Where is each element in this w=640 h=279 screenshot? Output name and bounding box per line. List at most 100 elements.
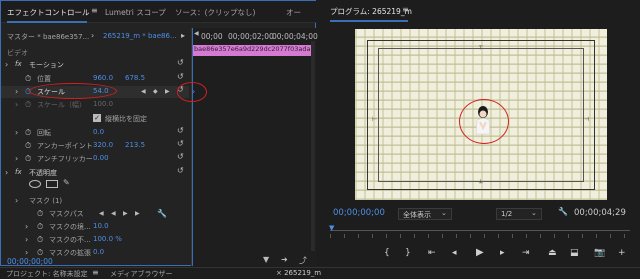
- ellipse-mask-icon[interactable]: [29, 180, 41, 188]
- motion-row[interactable]: › fx モーション: [1, 59, 189, 71]
- timeline-start-marker-icon: ◀: [194, 30, 199, 37]
- anchor-x-value: 320.0: [93, 141, 114, 149]
- stopwatch-icon: ⏱: [25, 100, 32, 109]
- scale-width-value: 100.0: [93, 100, 114, 108]
- panel-menu-icon[interactable]: ≡: [92, 268, 99, 277]
- anchor-point-label: アンカーポイント: [37, 142, 93, 150]
- mask-expansion-value: 0.0: [93, 248, 105, 256]
- step-back-icon[interactable]: ◂: [452, 248, 457, 258]
- rotation-value: 0.0: [93, 128, 105, 136]
- antiflicker-reset-icon[interactable]: ↺: [177, 152, 184, 161]
- opacity-row[interactable]: › fx 不透明度: [1, 167, 189, 179]
- safe-marker-top: ┬: [479, 43, 483, 50]
- program-timeline-ruler[interactable]: [330, 230, 630, 231]
- expand-icon: ›: [5, 60, 9, 69]
- mask-opacity-value: 100.0 %: [93, 235, 122, 243]
- zoom-select-value: 全体表示: [403, 211, 431, 219]
- playhead-marker-icon[interactable]: ▼: [329, 224, 334, 232]
- tab-media-browser[interactable]: メディアブラウザー: [110, 269, 173, 279]
- tab-source[interactable]: ソース：(クリップなし): [175, 7, 255, 18]
- playhead[interactable]: [192, 28, 193, 266]
- pen-mask-icon[interactable]: ✎: [63, 178, 70, 187]
- play-only-audio-icon[interactable]: ▸: [181, 31, 185, 40]
- stopwatch-icon: ⏱: [37, 235, 44, 244]
- play-icon[interactable]: ▶: [476, 247, 484, 258]
- effect-controls-panel: エフェクトコントロール ≡ Lumetri スコープ ソース：(クリップなし) …: [0, 0, 318, 266]
- safe-marker-right: ⊣: [584, 116, 590, 123]
- current-time-readout[interactable]: 00;00;00;00: [7, 257, 53, 266]
- zoom-select[interactable]: 全体表示 ⌄: [398, 208, 452, 220]
- resolution-select[interactable]: 1/2 ⌄: [496, 208, 542, 220]
- antiflicker-row[interactable]: › ⏱ アンチフリッカー 0.00: [1, 153, 189, 165]
- expand-icon: ›: [15, 128, 19, 137]
- position-y-value: 678.5: [125, 74, 146, 82]
- panel-menu-icon[interactable]: ≡: [91, 6, 98, 15]
- mask-opacity-label: マスクの不...: [49, 236, 91, 244]
- active-tab-indicator: [330, 20, 408, 22]
- mask-feather-label: マスクの境...: [49, 223, 91, 231]
- anchor-point-row[interactable]: ⏱ アンカーポイント 320.0 213.5: [1, 140, 189, 152]
- lift-icon[interactable]: ⏏: [548, 248, 557, 258]
- sequence-clip-label[interactable]: 265219_m * bae86...: [103, 32, 177, 40]
- stopwatch-icon: ⏱: [25, 128, 32, 137]
- ruler-ticks: [330, 234, 630, 238]
- export-icon[interactable]: ⤴: [299, 255, 307, 266]
- mask-row[interactable]: › マスク (1): [1, 195, 189, 207]
- add-keyframe-icon: ◆: [153, 88, 158, 95]
- opacity-reset-icon[interactable]: ↺: [177, 166, 184, 175]
- mark-in-icon[interactable]: {: [384, 248, 390, 258]
- wrench-icon: 🔧: [157, 209, 167, 218]
- rotation-reset-icon[interactable]: ↺: [177, 126, 184, 135]
- timecode-ruler-end: 00;00;04;00: [272, 32, 318, 41]
- nav-arrow-icon[interactable]: ➜: [281, 255, 288, 264]
- chevron-down-icon: ⌄: [531, 209, 537, 217]
- program-duration: 00;00;04;29: [574, 208, 626, 218]
- step-forward-icon[interactable]: ▸: [500, 248, 505, 258]
- go-to-out-icon[interactable]: ⇥: [522, 248, 530, 258]
- extract-icon[interactable]: ⬓: [570, 248, 579, 258]
- mask-opacity-row[interactable]: › ⏱ マスクの不... 100.0 %: [1, 234, 189, 246]
- stopwatch-icon: ⏱: [25, 74, 32, 83]
- safe-marker-bottom: ┴: [479, 180, 483, 187]
- add-button-icon[interactable]: +: [618, 248, 626, 258]
- active-tab-indicator: [7, 21, 87, 23]
- track-next-icon: ▶: [123, 210, 128, 217]
- uniform-scale-checkbox: ✓: [93, 114, 101, 122]
- settings-wrench-icon[interactable]: 🔧: [558, 207, 568, 216]
- vertical-scrollbar[interactable]: [311, 41, 315, 251]
- stopwatch-icon: ⏱: [25, 141, 32, 150]
- mask-label: マスク (1): [29, 197, 63, 205]
- master-clip-label[interactable]: マスター * bae86e357...: [7, 32, 89, 42]
- stopwatch-icon: ⏱: [37, 209, 44, 218]
- effect-timeline-area[interactable]: [191, 28, 317, 266]
- tab-sequence[interactable]: × 265219_m: [276, 269, 321, 277]
- mask-feather-row[interactable]: › ⏱ マスクの境... 10.0: [1, 221, 189, 233]
- program-monitor-title[interactable]: プログラム: 265219_m: [330, 6, 412, 17]
- mask-path-row[interactable]: ⏱ マスクパス ◀ ◀ ▶ ▶ 🔧: [1, 208, 189, 220]
- reset-icon[interactable]: ↺: [177, 58, 184, 67]
- rectangle-mask-icon[interactable]: [46, 180, 58, 188]
- expand-icon: ›: [5, 168, 9, 177]
- rotation-row[interactable]: › ⏱ 回転 0.0: [1, 127, 189, 139]
- uniform-scale-row[interactable]: ✓ 縦横比を固定: [1, 113, 189, 125]
- expand-icon: ›: [15, 100, 19, 109]
- clip-bar[interactable]: bae86e357e6a9d229dc2077f03ada50: [193, 45, 311, 56]
- program-current-timecode[interactable]: 00;00;00;00: [333, 208, 385, 218]
- export-frame-icon[interactable]: 📷: [594, 248, 605, 258]
- anchor-reset-icon[interactable]: ↺: [177, 139, 184, 148]
- motion-label: モーション: [29, 61, 64, 69]
- fx-badge: fx: [15, 168, 22, 176]
- mark-out-icon[interactable]: }: [405, 248, 411, 258]
- tab-audio[interactable]: オー: [286, 7, 301, 18]
- track-backward-icon: ◀: [99, 210, 104, 217]
- tab-project[interactable]: プロジェクト: 名称未設定: [6, 269, 88, 279]
- panel-menu-icon[interactable]: ≡: [402, 5, 409, 14]
- track-forward-icon: ▶: [135, 210, 140, 217]
- tab-effect-controls[interactable]: エフェクトコントロール: [7, 7, 90, 18]
- tab-lumetri-scopes[interactable]: Lumetri スコープ: [105, 7, 166, 18]
- go-to-in-icon[interactable]: ⇤: [428, 248, 436, 258]
- mask-expansion-label: マスクの拡張: [49, 249, 91, 257]
- position-reset-icon[interactable]: ↺: [177, 72, 184, 81]
- filter-icon[interactable]: ▼: [263, 255, 269, 264]
- keyframe-arrow-icon: ›: [192, 87, 196, 96]
